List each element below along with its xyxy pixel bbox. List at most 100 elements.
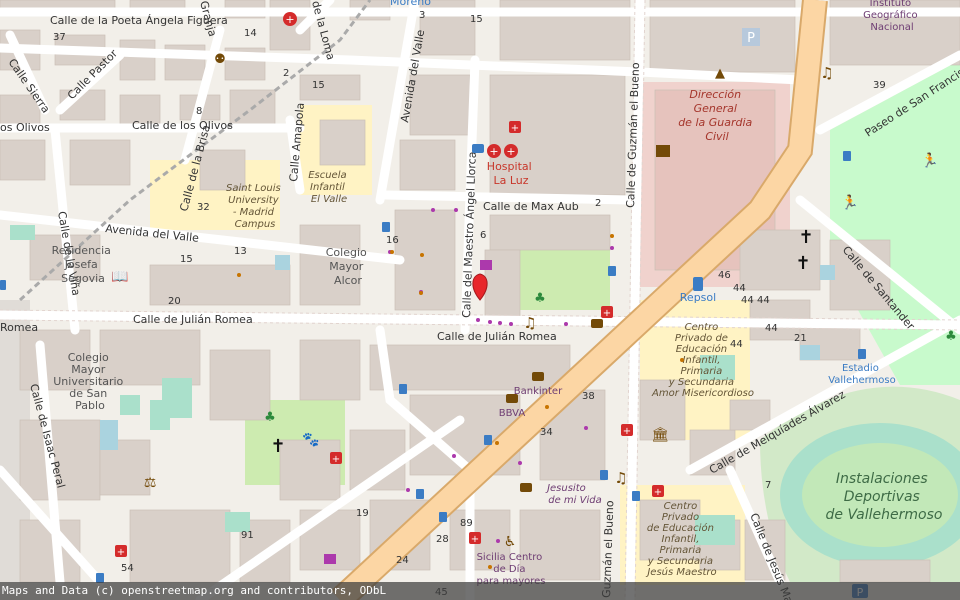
svg-text:+: + [285,13,294,26]
place-escuela-infantil: Escuela Infantil El Valle [308,170,350,205]
bus-stop-icon[interactable] [632,491,640,501]
svg-text:13: 13 [234,246,247,257]
music-venue-icon[interactable]: ♫ [614,469,627,487]
hospital-icon[interactable]: + [601,306,613,319]
svg-text:7: 7 [765,480,771,491]
svg-text:28: 28 [436,534,449,545]
church-icon[interactable]: ✝ [798,227,813,248]
svg-text:39: 39 [873,80,886,91]
hospital-icon[interactable]: + [487,144,501,158]
bus-stop-icon[interactable] [858,349,866,359]
svg-text:+: + [603,308,611,319]
svg-text:32: 32 [197,202,210,213]
svg-text:21: 21 [794,333,807,344]
atm-icon[interactable] [520,483,532,492]
music-venue-icon[interactable]: ♫ [523,314,536,332]
svg-text:44: 44 [733,283,746,294]
attribution-bar[interactable]: Maps and Data (c) openstreetmap.org and … [0,582,960,600]
hospital-icon[interactable]: + [509,121,521,134]
street-label-julian-romea: Calle de Julián Romea [133,313,253,326]
church-icon[interactable]: ✝ [795,253,810,274]
atm-icon[interactable] [506,394,518,403]
hospital-icon[interactable]: + [652,485,664,498]
svg-text:91: 91 [241,530,254,541]
svg-text:46: 46 [718,270,731,281]
sports-icon[interactable]: 🏃 [921,152,938,169]
toilets-icon[interactable]: ⚉ [214,52,226,67]
svg-text:16: 16 [386,235,399,246]
svg-text:14: 14 [244,28,257,39]
place-jesusito: Jesusito de mi Vida [545,483,602,506]
street-label-romea-edge: Romea [0,321,38,334]
svg-text:19: 19 [356,508,369,519]
dog-park-icon[interactable]: 🐾 [302,432,319,448]
bus-stop-icon[interactable] [843,151,851,161]
svg-text:2: 2 [595,198,601,209]
place-repsol: Repsol [680,291,716,304]
map-view[interactable]: Calle de la Poeta Ángela Figuera Calle S… [0,0,960,600]
svg-text:34: 34 [540,427,553,438]
svg-text:+: + [117,547,125,558]
church-icon[interactable]: ✝ [270,436,285,457]
svg-text:15: 15 [470,14,483,25]
svg-text:37: 37 [53,32,66,43]
svg-text:44: 44 [757,295,770,306]
svg-text:44: 44 [730,339,743,350]
svg-text:+: + [332,454,340,465]
bus-stop-icon[interactable] [382,222,390,232]
courthouse-icon[interactable]: ⚖ [144,475,157,491]
place-saint-louis: Saint Louis University - Madrid Campus [226,183,284,230]
place-bankinter: Bankinter [514,386,563,397]
hospital-icon[interactable]: + [330,452,342,465]
playground-icon[interactable]: ♣ [534,291,546,306]
svg-text:44: 44 [765,323,778,334]
hospital-icon[interactable]: + [504,144,518,158]
hospital-icon[interactable]: + [621,424,633,437]
music-venue-icon[interactable]: ♫ [820,64,833,82]
svg-text:24: 24 [396,555,409,566]
social-facility-icon[interactable]: ♿ [504,534,517,550]
hospital-icon[interactable]: + [469,532,481,545]
bus-stop-icon[interactable] [608,266,616,276]
street-label-olivos-left: os Olivos [0,121,50,134]
place-instituto-geografico: Instituto Geográfico Nacional [863,0,921,33]
parking-letter: P [747,31,755,46]
bus-stop-icon[interactable] [484,435,492,445]
map-canvas[interactable]: Calle de la Poeta Ángela Figuera Calle S… [0,0,960,600]
svg-text:54: 54 [121,563,134,574]
svg-text:+: + [471,534,479,545]
library-icon[interactable]: 📖 [111,269,128,285]
fuel-icon[interactable] [693,277,703,291]
svg-text:89: 89 [460,518,473,529]
svg-text:38: 38 [582,391,595,402]
bus-stop-icon[interactable] [399,384,407,394]
police-icon[interactable]: ▲ [715,66,725,81]
street-label-max-aub: Calle de Max Aub [483,200,579,213]
street-label-olivos: Calle de los Olivos [132,119,233,132]
svg-text:6: 6 [480,230,486,241]
svg-text:+: + [489,145,498,158]
bus-stop-icon[interactable] [439,512,447,522]
svg-text:44: 44 [741,295,754,306]
shop-icon[interactable] [480,260,492,270]
svg-text:15: 15 [180,254,193,265]
place-bbva: BBVA [499,408,526,419]
svg-text:8: 8 [196,106,202,117]
hospital-icon[interactable]: + [283,12,297,26]
playground-icon[interactable]: ♣ [945,329,957,344]
atm-icon[interactable] [591,319,603,328]
street-label-moreno: Moreno [390,0,431,8]
bus-stop-icon[interactable] [416,489,424,499]
svg-text:15: 15 [312,80,325,91]
museum-icon[interactable] [656,145,670,157]
shop-icon[interactable] [324,554,336,564]
bus-stop-icon[interactable] [600,470,608,480]
sports-icon[interactable]: 🏃 [841,194,858,211]
bus-stop-icon[interactable] [0,280,6,290]
hospital-icon[interactable]: + [115,545,127,558]
atm-icon[interactable] [532,372,544,381]
playground-icon[interactable]: ♣ [264,410,276,425]
svg-text:3: 3 [419,10,425,21]
bank-icon[interactable]: 🏛 [651,426,669,443]
taxi-icon[interactable] [472,144,484,153]
